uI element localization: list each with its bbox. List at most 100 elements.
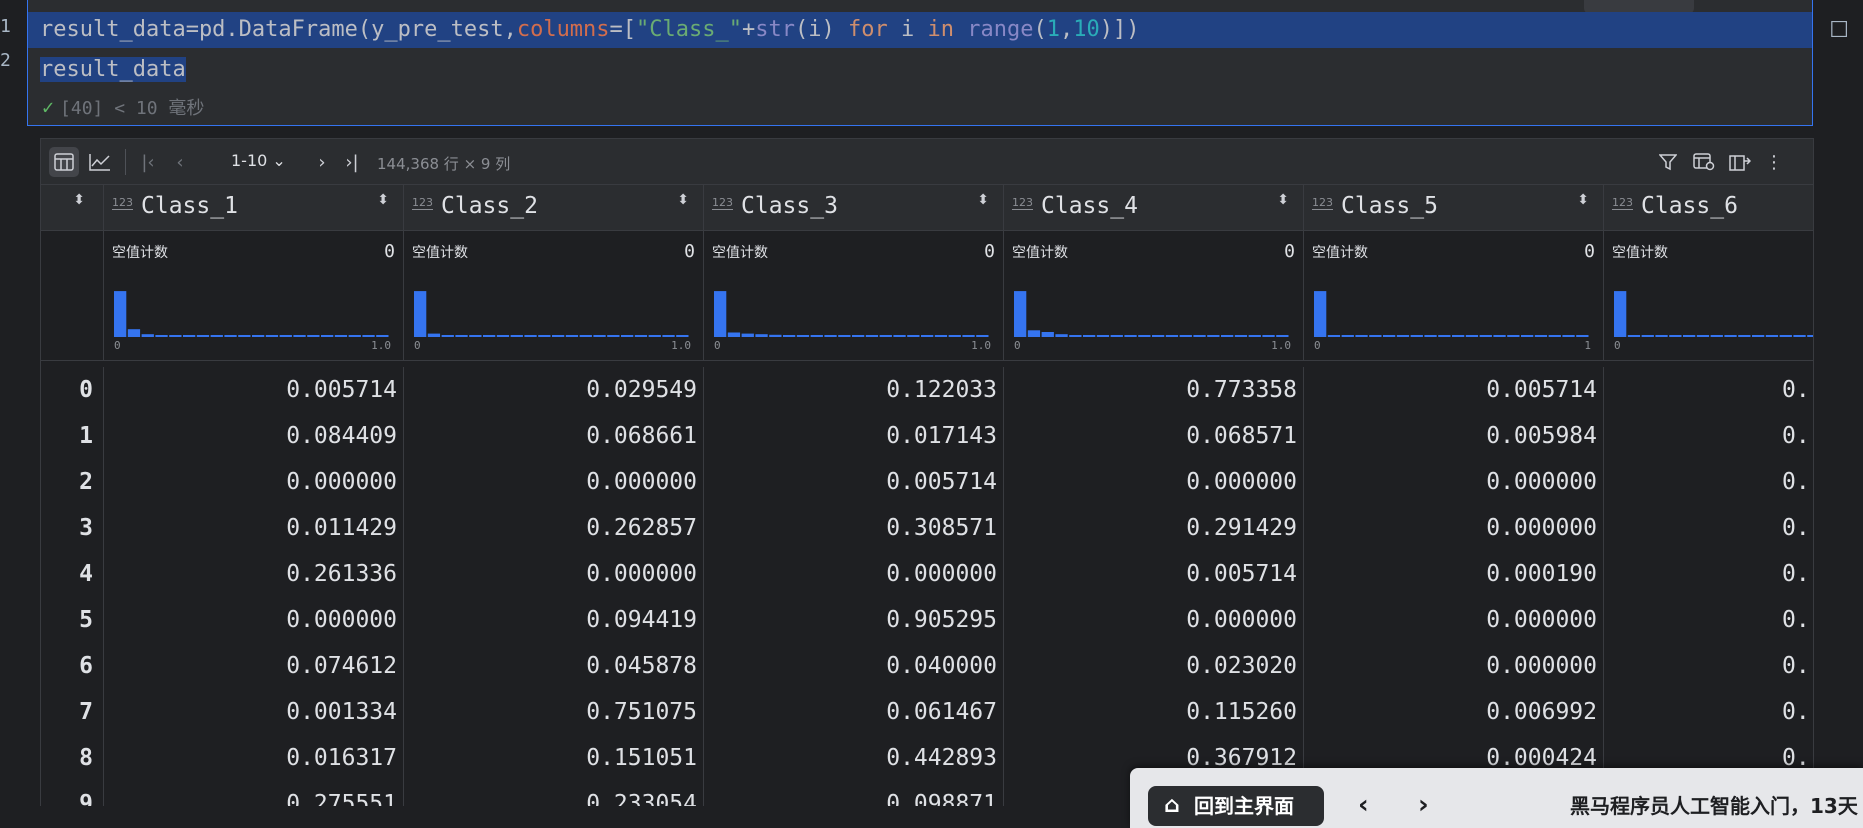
table-cell[interactable]: 0. (1604, 597, 1813, 643)
table-cell[interactable]: 0.262857 (404, 505, 704, 551)
first-page-icon[interactable]: |‹ (133, 147, 163, 177)
table-cell[interactable]: 0.442893 (704, 735, 1004, 781)
home-button[interactable]: ⌂ 回到主界面 (1148, 786, 1324, 826)
sort-icon[interactable]: ⬍ (73, 193, 85, 207)
table-cell[interactable]: 0.233054 (404, 781, 704, 806)
table-cell[interactable]: 0.023020 (1004, 643, 1304, 689)
table-cell[interactable]: 0.006992 (1304, 689, 1604, 735)
code-line[interactable]: result_data (40, 52, 186, 88)
table-cell[interactable]: 0.000000 (1304, 505, 1604, 551)
table-cell[interactable]: 0.017143 (704, 413, 1004, 459)
row-index: 0 (41, 367, 104, 413)
chart-view-icon[interactable] (85, 147, 115, 177)
table-cell[interactable]: 0.040000 (704, 643, 1004, 689)
table-cell[interactable]: 0.000000 (1304, 459, 1604, 505)
table-cell[interactable]: 0.011429 (104, 505, 404, 551)
table-cell[interactable]: 0.773358 (1004, 367, 1304, 413)
page-range-label: 1-10 (231, 151, 268, 170)
table-row[interactable]: 0 0.005714 0.029549 0.122033 0.773358 0.00571… (41, 367, 1813, 413)
sort-icon[interactable]: ⬍ (977, 193, 989, 207)
table-row[interactable]: 4 0.261336 0.000000 0.000000 0.005714 0.00019… (41, 551, 1813, 597)
last-page-icon[interactable]: ›| (337, 147, 367, 177)
table-cell[interactable]: 0.000000 (104, 459, 404, 505)
table-cell[interactable]: 0.000000 (1304, 643, 1604, 689)
table-cell[interactable]: 0.000000 (404, 459, 704, 505)
page-range-dropdown[interactable]: 1-10 ⌄ (231, 151, 286, 170)
table-cell[interactable]: 0. (1604, 505, 1813, 551)
table-cell[interactable]: 0.068571 (1004, 413, 1304, 459)
table-cell[interactable]: 0.115260 (1004, 689, 1304, 735)
table-cell[interactable]: 0.074612 (104, 643, 404, 689)
sort-icon[interactable]: ⬍ (1277, 193, 1289, 207)
column-header-class-3[interactable]: 123 Class_3 ⬍ (704, 185, 1004, 230)
table-settings-icon[interactable] (1689, 147, 1719, 177)
table-cell[interactable]: 0.751075 (404, 689, 704, 735)
row-index: 6 (41, 643, 104, 689)
table-cell[interactable]: 0.068661 (404, 413, 704, 459)
table-cell[interactable]: 0. (1604, 367, 1813, 413)
table-cell[interactable]: 0.005714 (704, 459, 1004, 505)
table-cell[interactable]: 0.094419 (404, 597, 704, 643)
table-cell[interactable]: 0.016317 (104, 735, 404, 781)
histogram-bar (1614, 291, 1627, 337)
table-cell[interactable]: 0.122033 (704, 367, 1004, 413)
table-cell[interactable]: 0.045878 (404, 643, 704, 689)
table-cell[interactable]: 0.275551 (104, 781, 404, 806)
table-cell[interactable]: 0. (1604, 459, 1813, 505)
filter-icon[interactable] (1653, 147, 1683, 177)
histogram-bar (1438, 335, 1451, 337)
table-view-icon[interactable] (49, 147, 79, 177)
table-row[interactable]: 2 0.000000 0.000000 0.005714 0.000000 0.00000… (41, 459, 1813, 505)
table-cell[interactable]: 0.308571 (704, 505, 1004, 551)
code-line[interactable]: result_data=pd.DataFrame(y_pre_test,colu… (28, 12, 1812, 48)
table-row[interactable]: 7 0.001334 0.751075 0.061467 0.115260 0.00699… (41, 689, 1813, 735)
prev-page-icon[interactable]: ‹ (165, 147, 195, 177)
table-cell[interactable]: 0.084409 (104, 413, 404, 459)
table-row[interactable]: 3 0.011429 0.262857 0.308571 0.291429 0.00000… (41, 505, 1813, 551)
sort-icon[interactable]: ⬍ (377, 193, 389, 207)
column-header-class-2[interactable]: 123 Class_2 ⬍ (404, 185, 704, 230)
prev-icon[interactable]: ‹ (1358, 790, 1369, 820)
index-header-cell[interactable]: ⬍ (41, 185, 104, 230)
table-row[interactable]: 6 0.074612 0.045878 0.040000 0.023020 0.00000… (41, 643, 1813, 689)
more-icon[interactable]: ⋮ (1759, 147, 1789, 177)
table-cell[interactable]: 0.000000 (704, 551, 1004, 597)
sort-icon[interactable]: ⬍ (677, 193, 689, 207)
table-cell[interactable]: 0.000000 (1004, 597, 1304, 643)
table-cell[interactable]: 0.061467 (704, 689, 1004, 735)
table-cell[interactable]: 0.005714 (1304, 367, 1604, 413)
table-cell[interactable]: 0. (1604, 689, 1813, 735)
column-header-class-1[interactable]: 123 Class_1 ⬍ (104, 185, 404, 230)
null-count-label: 空值计数 (1012, 245, 1068, 261)
column-header-class-5[interactable]: 123 Class_5 ⬍ (1304, 185, 1604, 230)
code-cell[interactable]: result_data=pd.DataFrame(y_pre_test,colu… (27, 0, 1813, 126)
table-cell[interactable]: 0. (1604, 413, 1813, 459)
table-cell[interactable]: 0.000000 (104, 597, 404, 643)
next-icon[interactable]: › (1418, 790, 1429, 820)
table-row[interactable]: 5 0.000000 0.094419 0.905295 0.000000 0.00000… (41, 597, 1813, 643)
table-cell[interactable]: 0.000000 (1004, 459, 1304, 505)
table-cell[interactable]: 0.000000 (404, 551, 704, 597)
table-cell[interactable]: 0.098871 (704, 781, 1004, 806)
table-cell[interactable]: 0. (1604, 643, 1813, 689)
export-icon[interactable] (1725, 147, 1755, 177)
table-cell[interactable]: 0.001334 (104, 689, 404, 735)
column-header-class-4[interactable]: 123 Class_4 ⬍ (1004, 185, 1304, 230)
table-cell[interactable]: 0.151051 (404, 735, 704, 781)
table-cell[interactable]: 0.291429 (1004, 505, 1304, 551)
table-cell[interactable]: 0. (1604, 551, 1813, 597)
table-row[interactable]: 1 0.084409 0.068661 0.017143 0.068571 0.00598… (41, 413, 1813, 459)
table-cell[interactable]: 0.005714 (1004, 551, 1304, 597)
table-cell[interactable]: 0.029549 (404, 367, 704, 413)
table-cell[interactable]: 0.000000 (1304, 597, 1604, 643)
next-page-icon[interactable]: › (307, 147, 337, 177)
code-token: 1 (1046, 17, 1060, 42)
table-cell[interactable]: 0.005984 (1304, 413, 1604, 459)
column-header-class-6[interactable]: 123Class_6⬍ (1604, 185, 1813, 230)
table-cell[interactable]: 0.005714 (104, 367, 404, 413)
table-cell[interactable]: 0.261336 (104, 551, 404, 597)
table-cell[interactable]: 0.000190 (1304, 551, 1604, 597)
table-cell[interactable]: 0.905295 (704, 597, 1004, 643)
sort-icon[interactable]: ⬍ (1577, 193, 1589, 207)
histogram-bar (1152, 335, 1165, 337)
